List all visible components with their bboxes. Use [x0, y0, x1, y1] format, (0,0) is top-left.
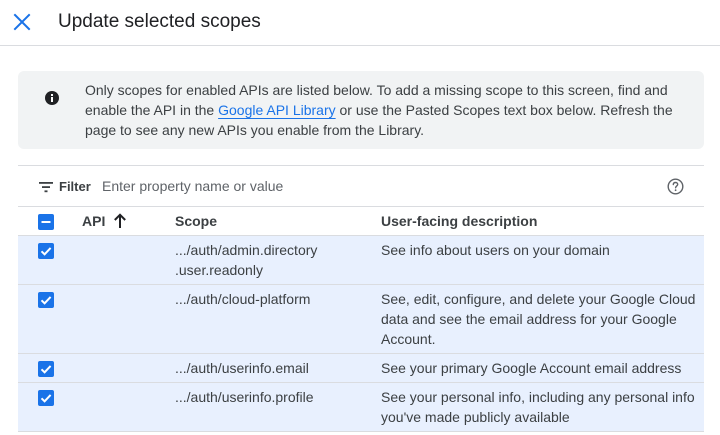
help-icon[interactable] [667, 178, 684, 195]
dialog-header: Update selected scopes [0, 0, 720, 46]
info-icon [44, 90, 60, 106]
description-cell: See, edit, configure, and delete your Go… [381, 291, 696, 347]
row-checkbox[interactable] [38, 292, 54, 308]
row-checkbox[interactable] [38, 243, 54, 259]
table-row[interactable]: .../auth/cloud-platform See, edit, confi… [18, 285, 704, 354]
table-row[interactable]: .../auth/admin.directory .user.readonly … [18, 236, 704, 285]
description-cell: See info about users on your domain [381, 242, 610, 258]
column-header-scope[interactable]: Scope [175, 213, 217, 229]
filter-input[interactable] [102, 175, 642, 197]
column-header-description[interactable]: User-facing description [381, 213, 537, 229]
google-api-library-link[interactable]: Google API Library [218, 102, 336, 118]
column-header-api[interactable]: API [82, 213, 105, 229]
scope-cell: .../auth/admin.directory .user.readonly [175, 242, 318, 278]
row-checkbox[interactable] [38, 361, 54, 377]
filter-label: Filter [59, 179, 91, 194]
scope-cell: .../auth/userinfo.profile [175, 389, 314, 405]
table-row[interactable]: .../auth/userinfo.email See your primary… [18, 354, 704, 383]
table-header: API Scope User-facing description [18, 207, 704, 236]
select-all-checkbox[interactable] [38, 214, 54, 230]
scopes-table: Filter API Scope User-facing description [18, 165, 704, 432]
scope-cell: .../auth/userinfo.email [175, 360, 309, 376]
table-row[interactable]: .../auth/userinfo.profile See your perso… [18, 383, 704, 432]
info-banner: Only scopes for enabled APIs are listed … [18, 71, 704, 149]
filter-icon[interactable] [38, 180, 54, 194]
description-cell: See your primary Google Account email ad… [381, 360, 682, 376]
arrow-up-icon[interactable] [113, 213, 127, 229]
scope-cell: .../auth/cloud-platform [175, 291, 311, 307]
description-cell: See your personal info, including any pe… [381, 389, 695, 425]
close-icon[interactable] [10, 10, 34, 34]
info-text: Only scopes for enabled APIs are listed … [85, 80, 685, 140]
page-title: Update selected scopes [58, 11, 261, 32]
filter-bar: Filter [18, 166, 704, 207]
row-checkbox[interactable] [38, 390, 54, 406]
